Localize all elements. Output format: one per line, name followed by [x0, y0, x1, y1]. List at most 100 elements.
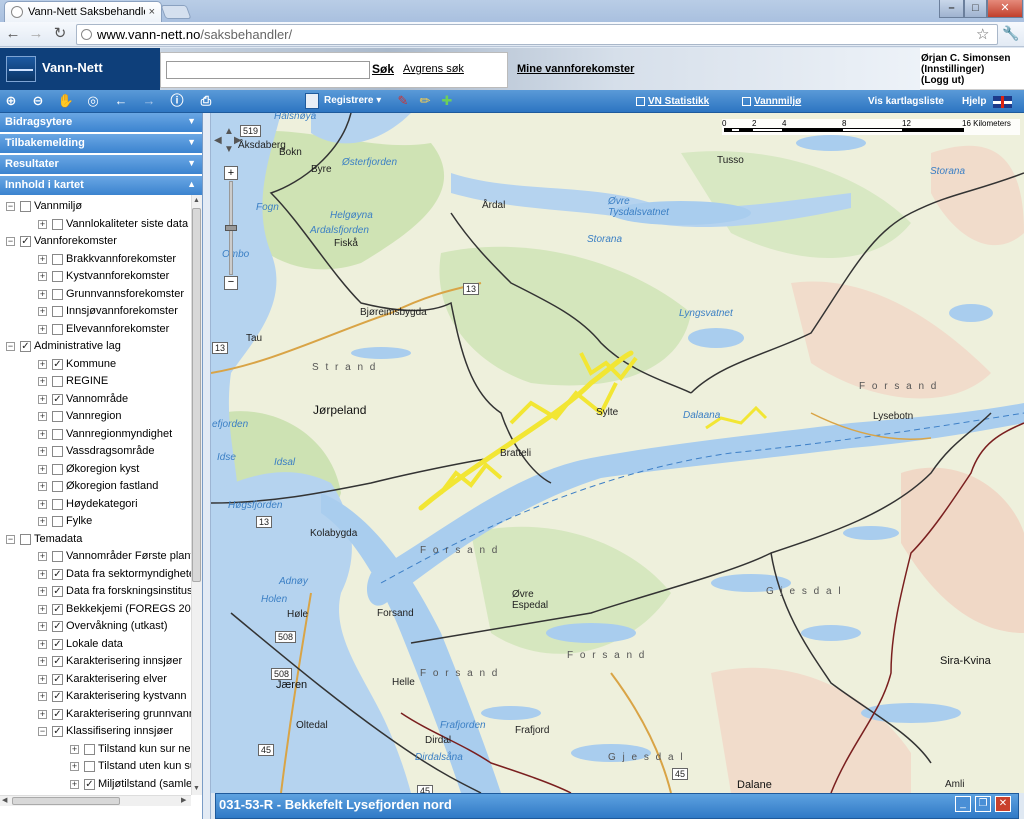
pan-south-icon[interactable]: ▼	[224, 144, 234, 155]
layer-checkbox[interactable]: ✓	[52, 621, 63, 632]
draw-pencil-icon[interactable]: ✏	[416, 92, 434, 110]
expand-icon[interactable]: +	[38, 464, 47, 474]
back-arrow-icon[interactable]: ←	[3, 25, 23, 43]
zoom-out-button[interactable]: −	[224, 276, 238, 290]
uk-flag-icon[interactable]	[993, 96, 1012, 108]
expand-icon[interactable]: +	[38, 587, 47, 596]
layer-checkbox[interactable]: ✓	[84, 778, 95, 790]
collapse-icon[interactable]: −	[6, 237, 15, 246]
collapse-icon[interactable]: −	[6, 342, 15, 351]
layer-checkbox[interactable]	[52, 463, 63, 475]
restore-window-icon[interactable]: ❐	[975, 796, 991, 812]
vn-statistikk-link[interactable]: VN Statistikk	[648, 96, 709, 107]
layer-checkbox[interactable]	[52, 446, 63, 457]
previous-extent-icon[interactable]: ←	[112, 92, 130, 110]
layer-checkbox[interactable]	[52, 411, 63, 422]
expand-icon[interactable]: +	[38, 657, 47, 666]
scroll-up-icon[interactable]: ▲	[193, 197, 200, 204]
expand-icon[interactable]: +	[38, 272, 47, 281]
layer-checkbox[interactable]: ✓	[52, 638, 63, 650]
pan-north-icon[interactable]: ▲	[224, 126, 234, 137]
collapse-icon[interactable]: −	[6, 202, 15, 211]
expand-icon[interactable]: +	[38, 412, 47, 421]
zoom-slider-thumb[interactable]	[225, 225, 237, 231]
expand-icon[interactable]: +	[70, 744, 79, 754]
zoom-extent-icon[interactable]: ◎	[84, 92, 102, 110]
vannmiljo-link[interactable]: Vannmiljø	[754, 96, 801, 107]
layer-checkbox[interactable]: ✓	[52, 358, 63, 370]
show-layer-list-button[interactable]: Vis kartlagsliste	[868, 96, 944, 107]
expand-icon[interactable]: +	[38, 674, 47, 684]
expand-icon[interactable]: +	[38, 569, 47, 579]
layer-checkbox[interactable]: ✓	[20, 341, 31, 352]
expand-icon[interactable]: +	[38, 377, 47, 386]
collapse-icon[interactable]: −	[38, 727, 47, 736]
layer-checkbox[interactable]	[20, 533, 31, 545]
expand-icon[interactable]: +	[38, 552, 47, 561]
layer-checkbox[interactable]: ✓	[52, 673, 63, 685]
accordion-bidragsytere[interactable]: Bidragsytere ▼	[0, 113, 202, 133]
scroll-right-icon[interactable]: ▶	[181, 796, 186, 804]
reload-icon[interactable]: ↻	[50, 25, 70, 43]
layer-checkbox[interactable]	[20, 201, 31, 212]
expand-icon[interactable]: +	[38, 499, 47, 509]
scroll-down-icon[interactable]: ▼	[193, 785, 200, 792]
expand-icon[interactable]: +	[38, 622, 47, 631]
pan-west-icon[interactable]: ◀	[214, 135, 222, 146]
layer-checkbox[interactable]	[52, 551, 63, 562]
bookmark-star-icon[interactable]: ☆	[976, 25, 989, 43]
expand-icon[interactable]: +	[38, 447, 47, 456]
layer-checkbox[interactable]	[52, 323, 63, 335]
collapse-icon[interactable]: −	[6, 534, 15, 544]
layer-checkbox[interactable]: ✓	[52, 691, 63, 702]
expand-icon[interactable]: +	[38, 429, 47, 439]
minimize-window-icon[interactable]: _	[955, 796, 971, 812]
expand-icon[interactable]: +	[70, 779, 79, 789]
close-window-icon[interactable]: ✕	[995, 796, 1011, 812]
layer-checkbox[interactable]: ✓	[52, 586, 63, 597]
accordion-innhold-i-kartet[interactable]: Innhold i kartet ▲	[0, 176, 202, 196]
expand-icon[interactable]: +	[38, 692, 47, 701]
address-bar[interactable]: www.vann-nett.no/saksbehandler/	[76, 24, 998, 45]
layer-checkbox[interactable]	[52, 481, 63, 492]
expand-icon[interactable]: +	[38, 219, 47, 229]
vann-nett-logo[interactable]: Vann-Nett	[0, 48, 160, 90]
layer-checkbox[interactable]: ✓	[20, 236, 31, 247]
zoom-out-icon[interactable]: ⊖	[29, 92, 47, 110]
layer-checkbox[interactable]	[52, 253, 63, 265]
layer-checkbox[interactable]: ✓	[52, 708, 63, 720]
expand-icon[interactable]: +	[38, 307, 47, 316]
window-minimize-button[interactable]: –	[939, 0, 964, 18]
layer-checkbox[interactable]: ✓	[52, 393, 63, 405]
expand-icon[interactable]: +	[38, 254, 47, 264]
accordion-resultater[interactable]: Resultater ▼	[0, 155, 202, 175]
layer-checkbox[interactable]	[52, 306, 63, 317]
layer-checkbox[interactable]	[84, 743, 95, 755]
expand-icon[interactable]: +	[38, 482, 47, 491]
add-layer-icon[interactable]: ✚	[438, 92, 456, 110]
measure-tool-icon[interactable]: ✎	[394, 92, 412, 110]
registrere-menu[interactable]: Registrere ▾	[324, 95, 381, 106]
layer-checkbox[interactable]	[52, 218, 63, 230]
zoom-in-icon[interactable]: ⊕	[2, 92, 20, 110]
layer-checkbox[interactable]	[52, 288, 63, 300]
pan-east-icon[interactable]: ▶	[234, 135, 242, 146]
pan-hand-icon[interactable]: ✋	[57, 92, 75, 110]
new-tab-button[interactable]	[160, 5, 192, 19]
browser-tab[interactable]: Vann-Nett Saksbehandler ×	[4, 1, 162, 22]
info-icon[interactable]: ⓘ	[168, 92, 186, 110]
forward-arrow-icon[interactable]: →	[26, 25, 46, 43]
layer-checkbox[interactable]	[52, 271, 63, 282]
logout-link[interactable]: (Logg ut)	[921, 75, 1021, 86]
expand-icon[interactable]: +	[38, 709, 47, 719]
layer-checkbox[interactable]	[52, 516, 63, 527]
expand-icon[interactable]: +	[38, 604, 47, 614]
layer-checkbox[interactable]	[52, 498, 63, 510]
expand-icon[interactable]: +	[38, 639, 47, 649]
wrench-icon[interactable]: 🔧	[1002, 25, 1019, 42]
expand-icon[interactable]: +	[70, 762, 79, 771]
window-close-button[interactable]: ✕	[987, 0, 1023, 18]
pan-control[interactable]: ▲ ◀ ▶ ▼	[214, 126, 246, 156]
expand-icon[interactable]: +	[38, 359, 47, 369]
expand-icon[interactable]: +	[38, 394, 47, 404]
